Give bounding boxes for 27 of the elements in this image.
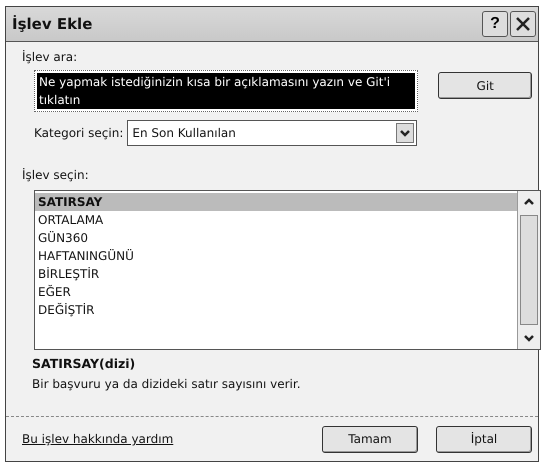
function-list-item[interactable]: SATIRSAY [35, 193, 517, 211]
function-list-item[interactable]: ORTALAMA [35, 211, 517, 229]
cancel-button[interactable]: İptal [436, 426, 532, 452]
chevron-down-icon [399, 128, 412, 138]
close-icon [514, 15, 532, 33]
window-title: İşlev Ekle [12, 15, 94, 33]
function-signature: SATIRSAY(dizi) [32, 356, 136, 371]
function-description: Bir başvuru ya da dizideki satır sayısını verir. [32, 377, 302, 391]
function-list-item[interactable]: BİRLEŞTİR [35, 265, 517, 283]
close-button[interactable] [510, 11, 536, 37]
ok-button[interactable]: Tamam [322, 426, 418, 452]
scroll-down-icon[interactable] [523, 333, 535, 343]
function-list-label: İşlev seçin: [22, 168, 90, 182]
search-label: İşlev ara: [22, 50, 78, 64]
category-dropdown[interactable]: En Son Kullanılan [127, 120, 418, 146]
scrollbar[interactable] [517, 191, 540, 349]
function-list-item[interactable]: HAFTANINGÜNÜ [35, 247, 517, 265]
function-list-item[interactable]: EĞER [35, 283, 517, 301]
help-link[interactable]: Bu işlev hakkında yardım [22, 432, 322, 446]
function-list-item[interactable]: DEĞİŞTİR [35, 301, 517, 319]
function-list-item[interactable]: GÜN360 [35, 229, 517, 247]
search-field[interactable]: Ne yapmak istediğinizin kısa bir açıklamasını yazın ve Git'i tıklatın [34, 70, 418, 112]
scroll-up-icon[interactable] [523, 197, 535, 207]
go-button[interactable]: Git [438, 72, 532, 99]
help-button[interactable]: ? [482, 11, 508, 37]
category-label: Kategori seçin: [34, 126, 124, 140]
scrollbar-thumb[interactable] [520, 215, 538, 325]
